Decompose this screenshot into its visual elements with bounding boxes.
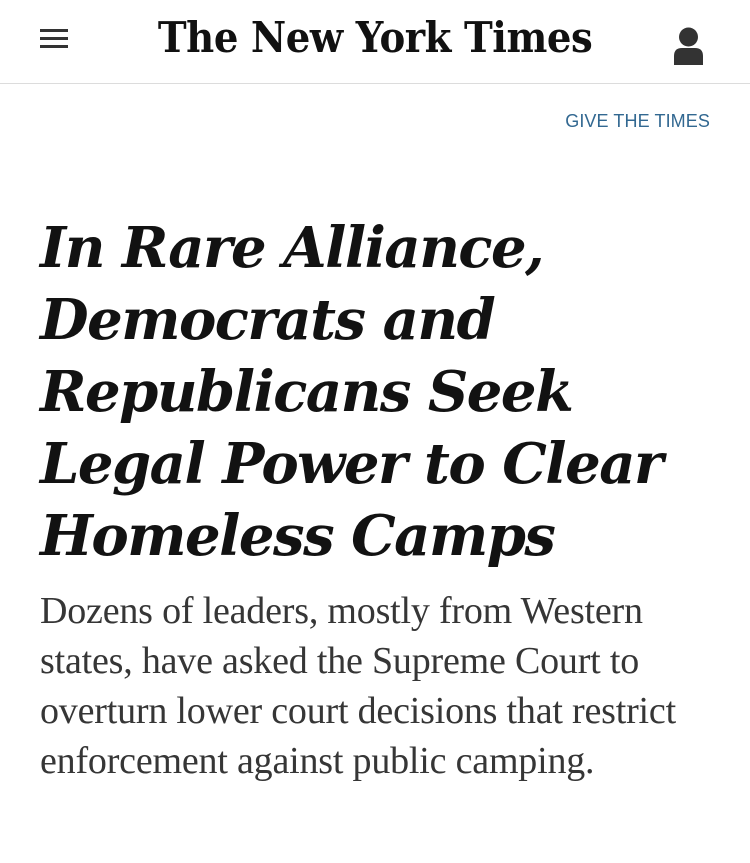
user-silhouette-icon — [674, 27, 703, 65]
logo-container: The New York Times — [0, 12, 750, 64]
article-page: The New York Times GIVE THE TIMES In Rar… — [0, 0, 750, 863]
user-account-icon[interactable] — [672, 26, 705, 66]
article-headline: In Rare Alliance, Democrats and Republic… — [40, 215, 663, 569]
nyt-logo[interactable]: The New York Times — [158, 12, 593, 64]
top-navigation-bar: The New York Times — [0, 0, 750, 84]
give-the-times-link[interactable]: GIVE THE TIMES — [565, 110, 710, 132]
article-summary: Dozens of leaders, mostly from Western s… — [40, 590, 676, 782]
